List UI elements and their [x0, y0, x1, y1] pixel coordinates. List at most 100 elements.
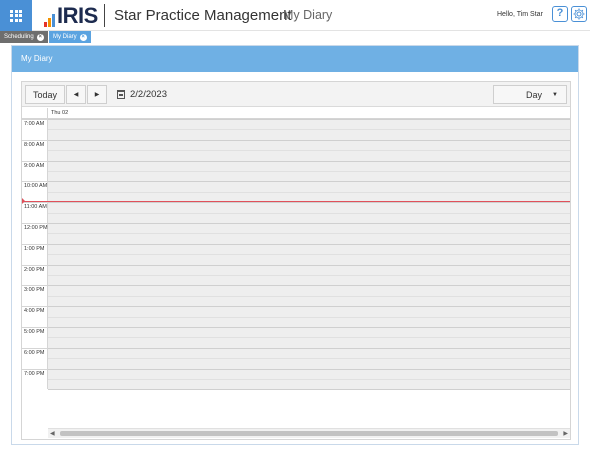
date-picker[interactable]: 2/2/2023 [117, 89, 167, 100]
time-slot-label: 9:00 AM [24, 162, 45, 169]
hour-divider [22, 264, 48, 266]
scrollbar-thumb[interactable] [60, 431, 558, 436]
hour-divider [22, 119, 48, 120]
settings-button[interactable] [571, 6, 587, 22]
hour-divider [22, 327, 48, 328]
scheduler-toolbar: Today ◀ ▶ 2/2/2023 Day ▼ [22, 82, 570, 107]
chevron-left-icon: ◀ [73, 92, 79, 98]
apps-menu-button[interactable] [0, 0, 32, 31]
time-slot-label: 5:00 PM [24, 329, 45, 335]
time-slot-label: 3:00 PM [24, 287, 45, 294]
close-icon[interactable]: × [79, 33, 87, 41]
time-gutter-header [22, 108, 48, 119]
hour-line [48, 119, 570, 120]
hour-divider [22, 285, 48, 287]
hour-line [48, 202, 570, 204]
hour-line [48, 327, 570, 328]
page-subtitle: My Diary [283, 8, 333, 22]
close-icon[interactable]: × [36, 33, 44, 41]
time-slot-label: 12:00 PM [24, 225, 48, 231]
half-hour-line [48, 295, 570, 297]
view-value: Day [525, 90, 542, 100]
half-hour-line [48, 254, 570, 256]
today-button[interactable]: Today [25, 85, 65, 104]
hour-line [48, 368, 570, 370]
half-hour-line [48, 129, 570, 131]
panel-title: My Diary [12, 46, 578, 72]
view-select[interactable]: Day ▼ [493, 85, 567, 104]
hour-line [48, 306, 570, 308]
current-time-marker-icon [22, 198, 25, 204]
logo-bars-icon [44, 9, 55, 27]
tab-bar: Scheduling × My Diary × [0, 31, 91, 43]
tab-label: My Diary [53, 34, 77, 40]
hour-divider [22, 368, 48, 370]
half-hour-line [48, 233, 570, 235]
hour-divider [22, 306, 48, 308]
hour-line [48, 347, 570, 349]
tab-scheduling[interactable]: Scheduling × [0, 31, 48, 43]
day-label[interactable]: Thu 02 [51, 110, 68, 116]
tab-my-diary[interactable]: My Diary × [49, 31, 91, 43]
hour-divider [22, 139, 48, 141]
time-slot-label: 10:00 AM [24, 183, 48, 190]
time-slot-label: 2:00 PM [24, 266, 45, 273]
scroll-right-icon[interactable]: ▶ [563, 430, 568, 437]
half-hour-line [48, 212, 570, 214]
time-grid: 7:00 AM 8:00 AM 9:00 AM 10:00 AM 11:00 AM 12:… [22, 119, 570, 391]
day-header: Thu 02 [22, 108, 570, 119]
hour-divider [22, 181, 48, 183]
scroll-left-icon[interactable]: ◀ [50, 430, 55, 437]
time-slot-label: 1:00 PM [24, 245, 45, 252]
hour-divider [22, 347, 48, 349]
hour-line [48, 264, 570, 266]
gear-icon [573, 8, 585, 20]
iris-logo: IRIS [44, 5, 98, 27]
user-greeting: Hello, Tim Star [497, 11, 543, 18]
time-slot-label: 7:00 AM [24, 121, 45, 127]
half-hour-line [48, 358, 570, 360]
time-slot-label: 8:00 AM [24, 141, 45, 148]
my-diary-panel: My Diary Today ◀ ▶ 2/2/2023 Day ▼ Thu 02 [11, 45, 579, 445]
hour-line [48, 389, 570, 391]
half-hour-line [48, 191, 570, 193]
hour-line [48, 285, 570, 287]
header-divider [104, 4, 105, 27]
help-button[interactable]: ? [552, 6, 568, 22]
half-hour-line [48, 171, 570, 172]
current-time-line [22, 201, 570, 202]
previous-button[interactable]: ◀ [66, 85, 86, 104]
app-title: Star Practice Management [114, 7, 292, 24]
hour-divider [22, 202, 48, 204]
logo-text: IRIS [57, 3, 98, 28]
next-button[interactable]: ▶ [87, 85, 107, 104]
hour-line [48, 243, 570, 245]
chevron-right-icon: ▶ [94, 92, 100, 98]
time-slot-label: 7:00 PM [24, 370, 45, 377]
hour-divider [22, 243, 48, 245]
hour-divider [22, 160, 48, 162]
top-bar: IRIS Star Practice Management My Diary H… [0, 0, 590, 31]
apps-grid-icon [10, 9, 22, 22]
hour-divider [22, 223, 48, 224]
horizontal-scrollbar[interactable]: ◀ ▶ [48, 428, 570, 438]
hour-line [48, 139, 570, 141]
time-slot-label: 6:00 PM [24, 349, 45, 356]
hour-line [48, 223, 570, 224]
hour-line [48, 160, 570, 162]
tab-label: Scheduling [4, 34, 34, 40]
time-slot-label: 11:00 AM [24, 204, 47, 211]
time-slot-label: 4:00 PM [24, 308, 45, 315]
half-hour-line [48, 150, 570, 152]
scheduler: Today ◀ ▶ 2/2/2023 Day ▼ Thu 02 7:00 AM 8… [21, 81, 571, 440]
time-column: 7:00 AM 8:00 AM 9:00 AM 10:00 AM 11:00 AM 12:… [22, 119, 48, 389]
chevron-down-icon: ▼ [552, 92, 558, 98]
half-hour-line [48, 275, 570, 276]
half-hour-line [48, 379, 570, 380]
half-hour-line [48, 337, 570, 339]
current-date: 2/2/2023 [130, 89, 167, 100]
day-slots[interactable] [48, 119, 570, 391]
calendar-icon [117, 90, 125, 99]
half-hour-line [48, 316, 570, 318]
hour-line [48, 181, 570, 183]
